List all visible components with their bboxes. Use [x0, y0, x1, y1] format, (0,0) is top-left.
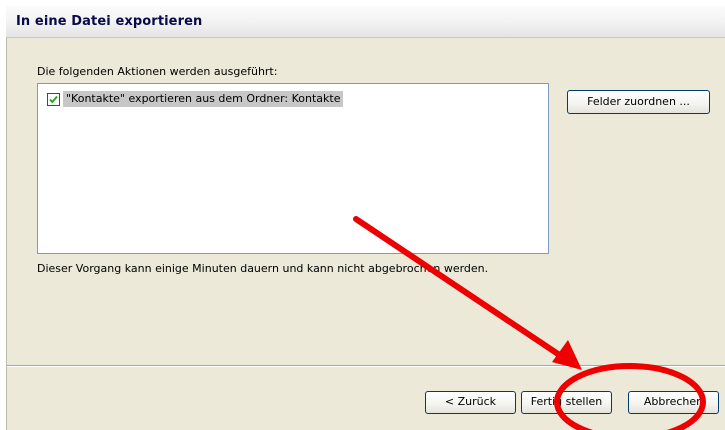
list-item[interactable]: "Kontakte" exportieren aus dem Ordner: K… — [47, 91, 344, 107]
title-bar: In eine Datei exportieren — [6, 6, 725, 38]
item-checkbox[interactable] — [47, 92, 60, 106]
map-fields-button[interactable]: Felder zuordnen ... — [567, 90, 710, 114]
info-text: Dieser Vorgang kann einige Minuten dauer… — [37, 262, 489, 275]
dialog-body: Die folgenden Aktionen werden ausgeführt… — [6, 38, 725, 430]
actions-label: Die folgenden Aktionen werden ausgeführt… — [37, 65, 278, 78]
checkmark-icon — [49, 95, 58, 103]
actions-list[interactable]: "Kontakte" exportieren aus dem Ordner: K… — [37, 83, 549, 254]
separator — [7, 365, 725, 367]
back-button[interactable]: < Zurück — [425, 391, 516, 414]
item-label: "Kontakte" exportieren aus dem Ordner: K… — [63, 91, 344, 107]
finish-button[interactable]: Fertig stellen — [521, 391, 612, 414]
cancel-button[interactable]: Abbrechen — [628, 391, 719, 414]
dialog-title: In eine Datei exportieren — [16, 14, 203, 29]
export-dialog: In eine Datei exportieren Die folgenden … — [0, 0, 725, 430]
